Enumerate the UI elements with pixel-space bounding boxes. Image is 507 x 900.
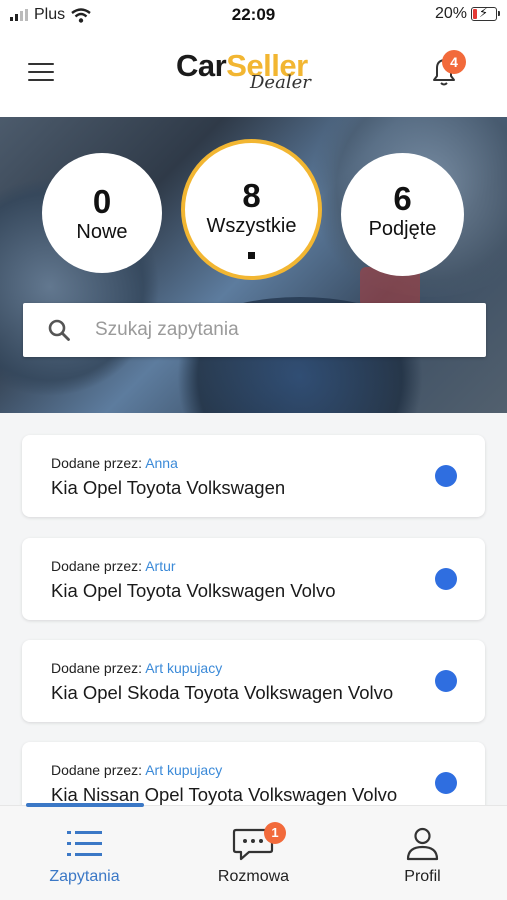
added-by-label: Dodane przez: bbox=[51, 558, 143, 574]
author-name[interactable]: Anna bbox=[145, 455, 178, 471]
selected-indicator bbox=[248, 252, 255, 259]
stat-new-label: Nowe bbox=[76, 221, 128, 243]
hamburger-menu-icon[interactable] bbox=[28, 63, 54, 83]
charging-icon: ⚡ bbox=[479, 5, 489, 20]
search-input[interactable] bbox=[95, 303, 475, 357]
added-by-label: Dodane przez: bbox=[51, 762, 143, 778]
tab-rozmowa[interactable]: Rozmowa bbox=[169, 806, 338, 900]
app-logo: CarSeller Dealer bbox=[176, 48, 336, 98]
car-brands: Kia Opel Skoda Toyota Volkswagen Volvo bbox=[51, 682, 394, 703]
inquiry-card[interactable]: Dodane przez: Anna Kia Opel Toyota Volks… bbox=[22, 435, 485, 517]
battery-info: 20% ⚡ bbox=[434, 5, 500, 23]
unread-dot bbox=[435, 670, 457, 692]
user-icon bbox=[406, 827, 439, 861]
car-brands: Kia Opel Toyota Volkswagen bbox=[51, 477, 286, 498]
author-name[interactable]: Art kupujacy bbox=[145, 762, 222, 778]
chat-icon bbox=[232, 828, 274, 861]
author-name[interactable]: Art kupujacy bbox=[145, 660, 222, 676]
stats-hero: 0 Nowe 8 Wszystkie 6 Podjęte bbox=[0, 117, 507, 413]
added-by-label: Dodane przez: bbox=[51, 660, 143, 676]
status-bar: Plus 22:09 20% ⚡ bbox=[0, 0, 507, 30]
stat-new-count: 0 bbox=[92, 183, 112, 220]
added-by-label: Dodane przez: bbox=[51, 455, 143, 471]
inquiry-list: Dodane przez: Anna Kia Opel Toyota Volks… bbox=[0, 413, 507, 805]
unread-dot bbox=[435, 772, 457, 794]
clock: 22:09 bbox=[231, 5, 276, 24]
search-icon bbox=[48, 319, 70, 341]
logo-car: Car bbox=[176, 48, 227, 83]
inquiry-card[interactable]: Dodane przez: Artur Kia Opel Toyota Volk… bbox=[22, 538, 485, 620]
tab-zapytania-label: Zapytania bbox=[49, 868, 120, 885]
stat-all-count: 8 bbox=[242, 177, 261, 214]
bottom-nav: Zapytania Rozmowa 1 Profil bbox=[0, 803, 507, 900]
list-icon bbox=[67, 831, 102, 856]
added-by: Dodane przez: Artur bbox=[51, 558, 176, 574]
chat-badge: 1 bbox=[264, 822, 286, 844]
tab-profil-label: Profil bbox=[404, 868, 441, 885]
battery-percent: 20% bbox=[434, 5, 467, 22]
stat-all[interactable]: 8 Wszystkie bbox=[181, 139, 322, 280]
author-name[interactable]: Artur bbox=[145, 558, 175, 574]
car-brands: Kia Opel Toyota Volkswagen Volvo bbox=[51, 580, 336, 601]
added-by: Dodane przez: Art kupujacy bbox=[51, 762, 222, 778]
logo-dealer: Dealer bbox=[250, 72, 311, 93]
unread-dot bbox=[435, 568, 457, 590]
notification-badge: 4 bbox=[442, 50, 466, 74]
search-bar bbox=[23, 303, 486, 357]
stat-taken-count: 6 bbox=[393, 180, 412, 217]
tab-rozmowa-label: Rozmowa bbox=[217, 868, 290, 885]
inquiry-card[interactable]: Dodane przez: Art kupujacy Kia Opel Skod… bbox=[22, 640, 485, 722]
added-by: Dodane przez: Art kupujacy bbox=[51, 660, 222, 676]
battery-icon: ⚡ bbox=[471, 5, 500, 21]
tab-zapytania[interactable]: Zapytania bbox=[0, 806, 169, 900]
tab-profil[interactable]: Profil bbox=[338, 806, 507, 900]
car-brands: Kia Nissan Opel Toyota Volkswagen Volvo bbox=[51, 784, 398, 805]
app-header: CarSeller Dealer 4 bbox=[0, 30, 507, 117]
inquiry-card[interactable]: Dodane przez: Art kupujacy Kia Nissan Op… bbox=[22, 742, 485, 805]
stat-taken[interactable]: 6 Podjęte bbox=[341, 153, 464, 276]
battery-level bbox=[473, 9, 477, 19]
stat-all-label: Wszystkie bbox=[206, 215, 297, 237]
stat-taken-label: Podjęte bbox=[368, 218, 437, 240]
unread-dot bbox=[435, 465, 457, 487]
added-by: Dodane przez: Anna bbox=[51, 455, 178, 471]
stat-new[interactable]: 0 Nowe bbox=[42, 153, 162, 273]
